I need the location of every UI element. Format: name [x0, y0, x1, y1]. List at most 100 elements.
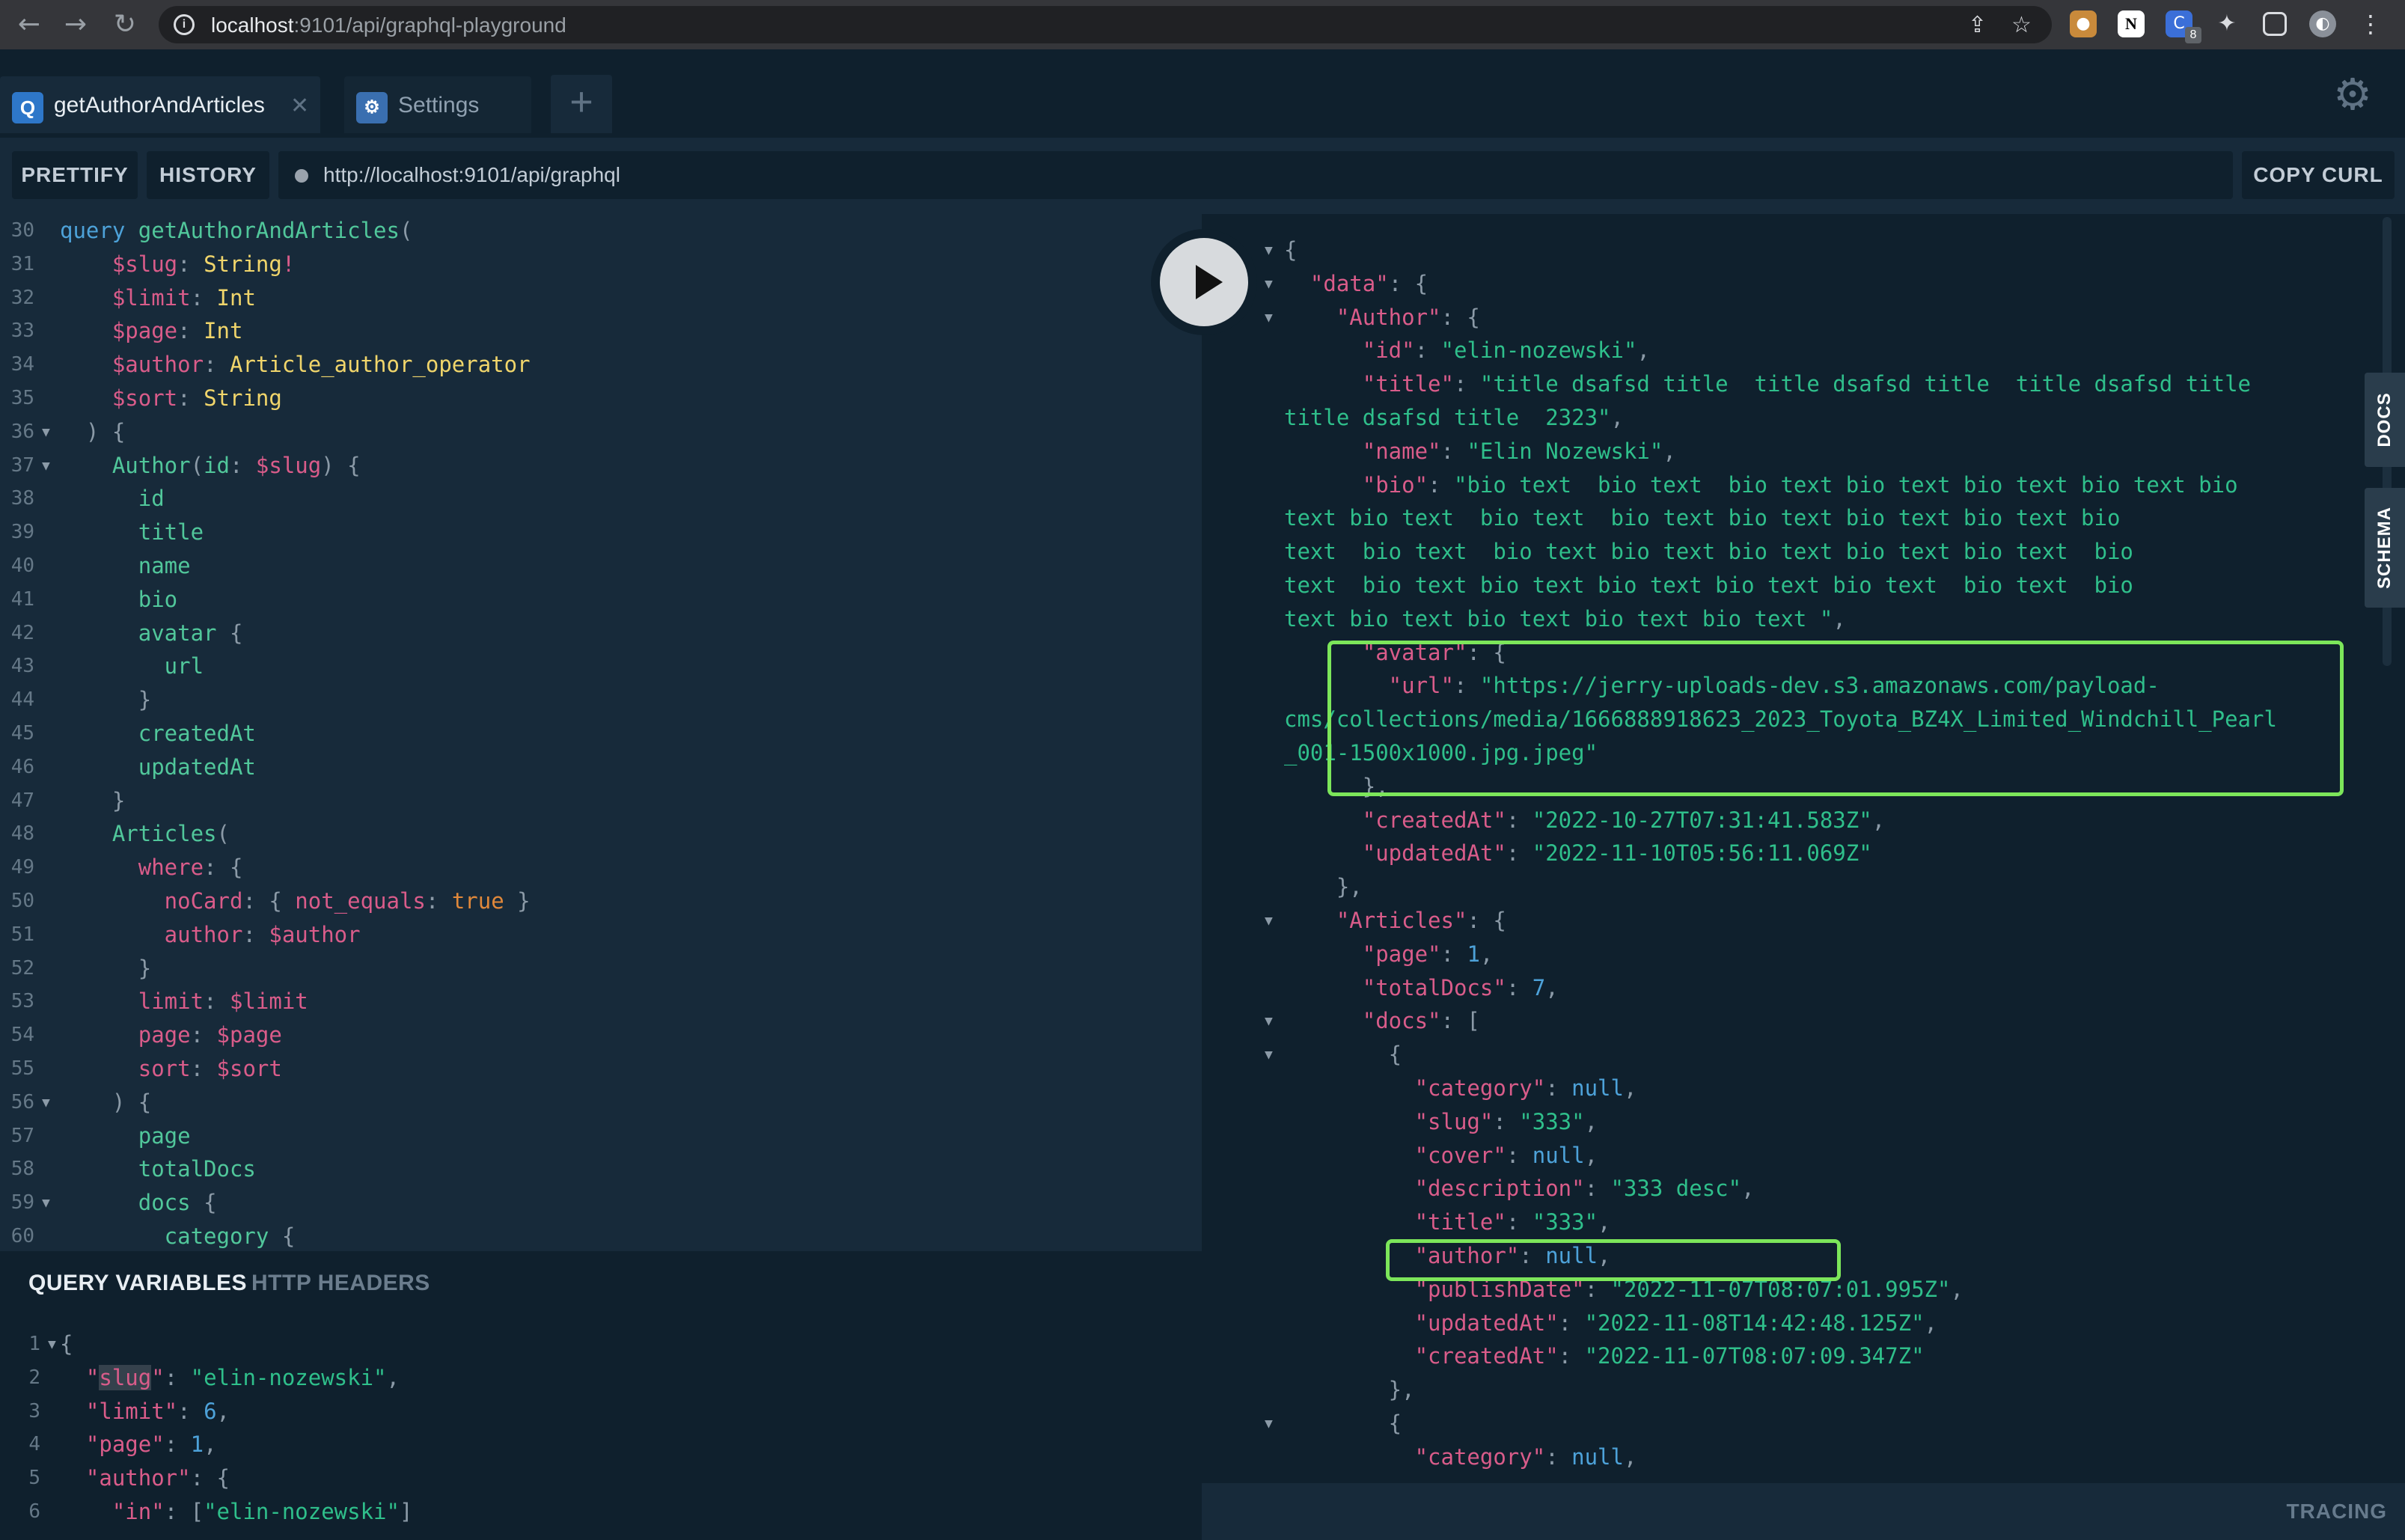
- fold-toggle-icon[interactable]: ▼: [1265, 1038, 1273, 1072]
- code-token: :: [1506, 974, 1532, 1000]
- gear-icon[interactable]: ⚙: [2333, 72, 2372, 117]
- editor-line: 31 $slug: String!: [0, 248, 1202, 281]
- extensions-puzzle-icon[interactable]: ✦: [2213, 10, 2240, 37]
- code-text: "name": "Elin Nozewski",: [1284, 435, 1676, 468]
- code-token: ,: [1598, 1209, 1611, 1235]
- code-token: $author: [269, 921, 361, 947]
- code-token: :: [204, 989, 230, 1015]
- site-info-icon[interactable]: i: [174, 14, 195, 35]
- prettify-button[interactable]: PRETTIFY: [12, 151, 138, 199]
- schema-tab[interactable]: SCHEMA: [2365, 488, 2405, 608]
- code-token: Articles: [60, 821, 217, 847]
- line-number: 44: [10, 688, 34, 712]
- fold-toggle-icon[interactable]: ▼: [48, 1327, 56, 1361]
- result-line: },: [1202, 1373, 2405, 1407]
- code-token: "elin-nozewski": [204, 1499, 400, 1524]
- code-token: "page": [1284, 941, 1441, 967]
- line-number: 30: [10, 219, 34, 242]
- code-token: ,: [216, 1398, 230, 1424]
- editor-line: 52 }: [0, 952, 1202, 986]
- play-icon: [1196, 265, 1223, 299]
- code-text: "data": {: [1284, 267, 1428, 301]
- code-token: id: [204, 452, 230, 478]
- code-token: (: [399, 218, 413, 243]
- http-headers-tab[interactable]: HTTP HEADERS: [251, 1271, 430, 1296]
- author-null-highlight-box: [1386, 1239, 1841, 1281]
- code-text: "updatedAt": "2022-11-08T14:42:48.125Z",: [1284, 1307, 1937, 1340]
- bookmark-star-icon[interactable]: ☆: [2011, 12, 2032, 39]
- notion-extension-icon[interactable]: N: [2118, 10, 2145, 37]
- fold-toggle-icon[interactable]: ▼: [42, 415, 50, 449]
- code-token: ,: [1871, 807, 1886, 833]
- query-editor[interactable]: 30 query getAuthorAndArticles(31 $slug: S…: [0, 214, 1202, 1251]
- fold-toggle-icon[interactable]: ▼: [42, 449, 50, 483]
- code-text: where: {: [60, 851, 243, 884]
- fold-toggle-icon[interactable]: ▼: [1265, 267, 1273, 301]
- code-token: "createdAt": [1284, 1343, 1559, 1369]
- docs-tab[interactable]: DOCS: [2365, 373, 2405, 467]
- code-token: :: [1558, 1310, 1585, 1336]
- copy-curl-button[interactable]: COPY CURL: [2242, 151, 2395, 199]
- code-token: "in": [60, 1499, 165, 1524]
- forward-icon[interactable]: →: [57, 6, 94, 43]
- connection-status-icon: [295, 169, 308, 183]
- endpoint-input[interactable]: http://localhost:9101/api/graphql: [278, 151, 2233, 199]
- code-token: where: [60, 855, 204, 881]
- line-number: 40: [10, 554, 34, 577]
- editor-line: 54 page: $page: [0, 1018, 1202, 1052]
- add-tab-button[interactable]: +: [551, 75, 612, 133]
- code-token: "totalDocs": [1284, 974, 1506, 1000]
- query-variables-tab[interactable]: QUERY VARIABLES: [28, 1271, 247, 1296]
- reload-icon[interactable]: ↻: [106, 6, 144, 43]
- fold-toggle-icon[interactable]: ▼: [1265, 1407, 1273, 1440]
- result-line: "slug": "333",: [1202, 1105, 2405, 1139]
- line-number: 54: [10, 1024, 34, 1047]
- code-token: {: [216, 620, 243, 646]
- code-token: "2022-11-10T05:56:11.069Z": [1532, 840, 1872, 867]
- editor-line: 35 $sort: String: [0, 382, 1202, 415]
- editor-line: 37 ▼ Author(id: $slug) {: [0, 449, 1202, 483]
- avatar-highlight-box: [1327, 641, 2344, 796]
- result-line: "title": "title dsafsd title title dsafs…: [1202, 367, 2405, 401]
- code-token: $page: [60, 318, 178, 344]
- execute-query-button[interactable]: [1151, 229, 1257, 335]
- result-line: "category": null,: [1202, 1440, 2405, 1474]
- fold-toggle-icon[interactable]: ▼: [1265, 1004, 1273, 1038]
- code-text: "in": ["elin-nozewski"]: [60, 1495, 413, 1529]
- side-panel-icon[interactable]: [2263, 12, 2287, 36]
- code-text: text bio text bio text bio text bio text…: [1284, 501, 2120, 535]
- line-number: 53: [10, 990, 34, 1013]
- code-token: Int: [204, 318, 243, 344]
- tab-settings[interactable]: ⚙ Settings: [344, 76, 531, 133]
- fold-toggle-icon[interactable]: ▼: [42, 1186, 50, 1220]
- line-number: 3: [28, 1399, 40, 1423]
- back-icon[interactable]: ←: [10, 6, 48, 43]
- address-bar[interactable]: i localhost:9101/api/graphql-playground …: [159, 6, 2052, 43]
- fold-toggle-icon[interactable]: ▼: [1265, 904, 1273, 938]
- tracing-button[interactable]: TRACING: [2286, 1500, 2387, 1524]
- cookie-extension-icon[interactable]: ●: [2070, 10, 2097, 37]
- code-text: $slug: String!: [60, 248, 295, 281]
- history-button[interactable]: HISTORY: [147, 151, 269, 199]
- tab-getauthorandarticles[interactable]: Q getAuthorAndArticles ✕: [0, 76, 320, 133]
- share-icon[interactable]: ⇪: [1968, 12, 1987, 39]
- code-token: ,: [204, 1431, 217, 1458]
- editor-line: 36 ▼ ) {: [0, 415, 1202, 449]
- line-number: 60: [10, 1225, 34, 1247]
- code-token: String: [204, 385, 282, 411]
- code-text: "slug": "333",: [1284, 1105, 1598, 1139]
- code-token: :: [1440, 941, 1467, 967]
- code-token: ": [60, 1364, 100, 1390]
- fold-toggle-icon[interactable]: ▼: [42, 1086, 50, 1119]
- fold-toggle-icon[interactable]: ▼: [1265, 301, 1273, 334]
- code-text: category {: [60, 1220, 296, 1251]
- variable-line: 3 "limit": 6,: [0, 1395, 1202, 1429]
- browser-menu-icon[interactable]: ⋮: [2357, 10, 2384, 37]
- fold-toggle-icon[interactable]: ▼: [1265, 233, 1273, 267]
- code-token: "333": [1519, 1108, 1585, 1134]
- close-tab-icon[interactable]: ✕: [290, 93, 309, 119]
- code-text: sort: $sort: [60, 1052, 282, 1086]
- variables-editor[interactable]: 1 ▼{2 "slug": "elin-nozewski", 3 "limit": …: [0, 1321, 1202, 1540]
- profile-avatar[interactable]: ◐: [2309, 10, 2336, 37]
- code-token: 1: [190, 1431, 204, 1458]
